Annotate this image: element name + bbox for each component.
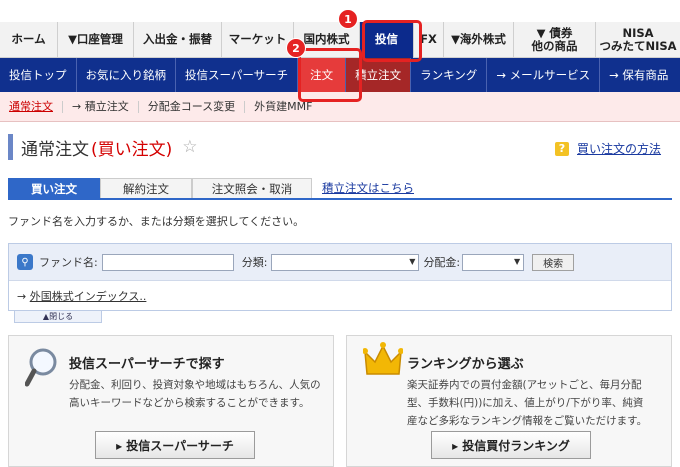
fund-search-box: ⚲ ファンド名: 分類: 分配金: 検索 → 外国株式インデックス.. xyxy=(8,243,672,311)
super-search-card: 投信スーパーサーチで探す 分配金、利回り、投資対象や地域はもちろん、人気の 高い… xyxy=(8,335,334,467)
category-label: 分類: xyxy=(241,256,268,269)
question-icon: ? xyxy=(555,141,569,156)
sub-nav-super-search[interactable]: 投信スーパーサーチ xyxy=(176,58,299,92)
highlight-box-trust xyxy=(362,20,422,62)
top-nav-account[interactable]: ▼口座管理 xyxy=(58,22,134,58)
order-tabs: 買い注文 解約注文 注文照会・取消 積立注文はこちら xyxy=(8,178,672,200)
top-nav-market[interactable]: マーケット xyxy=(222,22,294,58)
top-nav-foreign-stock[interactable]: ▼海外株式 xyxy=(444,22,514,58)
sub-nav-holdings[interactable]: → 保有商品 xyxy=(600,58,677,92)
top-nav-nisa[interactable]: NISA つみたてNISA xyxy=(596,22,680,58)
super-search-card-title: 投信スーパーサーチで探す xyxy=(69,357,225,372)
ranking-card-desc: 楽天証券内での買付金額(アセットごと、毎月分配 型、手数料(円))に加え、値上が… xyxy=(407,376,647,430)
ranking-desc-line: 楽天証券内での買付金額(アセットごと、毎月分配 xyxy=(407,379,642,391)
order-type-distribution-course[interactable]: 分配金コース変更 xyxy=(139,100,246,113)
super-search-card-desc: 分配金、利回り、投資対象や地域はもちろん、人気の 高いキーワードなどから検索する… xyxy=(69,376,321,412)
search-button[interactable]: 検索 xyxy=(532,253,575,271)
search-suggestion: → 外国株式インデックス.. xyxy=(9,281,671,304)
howto-link[interactable]: 買い注文の方法 xyxy=(577,140,661,157)
ranking-desc-line: 型、手数料(円))に加え、値上がり/下がり率、純資 xyxy=(407,397,644,409)
distribution-label: 分配金: xyxy=(423,256,461,269)
sub-nav-mail-service[interactable]: → メールサービス xyxy=(487,58,601,92)
super-search-button[interactable]: ▸ 投信スーパーサーチ xyxy=(95,431,255,459)
ranking-card: ランキングから選ぶ 楽天証券内での買付金額(アセットごと、毎月分配 型、手数料(… xyxy=(346,335,672,467)
page-title-paren: (買い注文) xyxy=(91,139,173,160)
suggestion-link[interactable]: 外国株式インデックス.. xyxy=(30,290,147,303)
super-search-desc-line: 分配金、利回り、投資対象や地域はもちろん、人気の xyxy=(69,379,321,391)
super-search-desc-line: 高いキーワードなどから検索することができます。 xyxy=(69,397,310,409)
tab-order-inquiry[interactable]: 注文照会・取消 xyxy=(192,178,312,198)
tab-buy-order[interactable]: 買い注文 xyxy=(8,178,100,198)
search-icon: ⚲ xyxy=(17,254,33,270)
order-type-normal[interactable]: 通常注文 xyxy=(0,100,63,113)
order-type-foreign-mmf[interactable]: 外貨建MMF xyxy=(245,100,321,113)
fund-name-input[interactable] xyxy=(101,253,234,271)
sub-nav-favorites[interactable]: お気に入り銘柄 xyxy=(77,58,176,92)
crown-icon xyxy=(363,342,403,375)
annotation-badge-1: 1 xyxy=(338,9,358,29)
page-title-text: 通常注文 xyxy=(21,139,89,160)
top-nav-home[interactable]: ホーム xyxy=(0,22,58,58)
category-select[interactable] xyxy=(271,253,420,271)
ranking-card-title: ランキングから選ぶ xyxy=(407,357,524,372)
distribution-select[interactable] xyxy=(462,253,525,271)
close-search-button[interactable]: ▲閉じる xyxy=(14,311,102,323)
sub-nav-trust-top[interactable]: 投信トップ xyxy=(0,58,77,92)
order-type-accumulation[interactable]: → 積立注文 xyxy=(63,100,139,113)
accumulation-order-link[interactable]: 積立注文はこちら xyxy=(312,178,424,198)
suggestion-arrow-icon: → xyxy=(17,290,27,303)
howto-link-area: ? 買い注文の方法 xyxy=(555,140,661,157)
ranking-desc-line: 産など多彩なランキング情報をご覧いただけます。 xyxy=(407,415,648,427)
top-nav-deposit[interactable]: 入出金・振替 xyxy=(134,22,222,58)
fund-name-label: ファンド名: xyxy=(39,256,98,269)
annotation-badge-2: 2 xyxy=(286,38,306,58)
page-title: 通常注文 (買い注文) ☆ xyxy=(8,134,198,160)
tab-sell-order[interactable]: 解約注文 xyxy=(100,178,192,198)
ranking-button[interactable]: ▸ 投信買付ランキング xyxy=(431,431,591,459)
top-nav-bonds[interactable]: ▼ 債券 他の商品 xyxy=(514,22,596,58)
sub-nav-ranking[interactable]: ランキング xyxy=(411,58,488,92)
favorite-star-icon[interactable]: ☆ xyxy=(182,137,197,157)
magnifier-icon xyxy=(25,348,57,387)
instructions-text: ファンド名を入力するか、または分類を選択してください。 xyxy=(8,215,305,228)
highlight-box-order xyxy=(298,48,362,102)
